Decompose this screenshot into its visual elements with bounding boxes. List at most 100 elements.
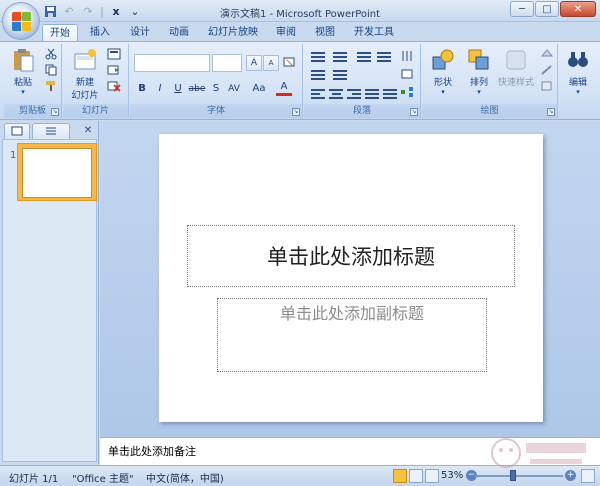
chevron-down-icon: ▾ [21,88,25,96]
office-logo-icon [12,12,32,32]
font-name-combo[interactable] [134,54,210,72]
tab-slideshow[interactable]: 幻灯片放映 [201,24,265,42]
line-spacing-icon[interactable] [310,68,326,82]
subtitle-placeholder[interactable]: 单击此处添加副标题 [217,298,487,372]
slide-counter: 幻灯片 1/1 [9,474,59,485]
shape-effects-icon[interactable] [540,80,554,92]
tab-home[interactable]: 开始 [42,24,78,42]
slide-thumbnail-selected[interactable] [17,143,97,201]
justify-icon[interactable] [364,87,380,101]
ribbon-tabs: 开始 插入 设计 动画 幻灯片放映 审阅 视图 开发工具 [0,22,600,42]
editing-label: 编辑 [568,78,587,88]
group-editing: 编辑 ▾ [559,44,597,118]
tab-view[interactable]: 视图 [307,24,343,42]
reset-icon[interactable] [107,64,121,76]
clipboard-launcher[interactable]: ↘ [51,108,59,116]
quick-styles-icon [506,50,526,70]
decrease-indent-icon[interactable] [356,50,372,64]
shrink-font-button[interactable]: A [263,55,279,71]
font-launcher[interactable]: ↘ [292,108,300,116]
shapes-icon [432,49,454,70]
arrange-label: 排列 [469,78,488,88]
copy-icon[interactable] [44,64,58,76]
close-button[interactable]: ✕ [560,1,596,17]
slides-pane: ✕ 1 [0,121,99,464]
cut-icon[interactable] [44,48,58,60]
numbering-icon[interactable] [332,50,348,64]
maximize-button[interactable]: □ [535,1,559,17]
sorter-view-icon[interactable] [409,469,423,483]
office-button[interactable] [2,2,40,40]
bullets-icon[interactable] [310,50,326,64]
new-slide-icon [74,49,96,70]
title-placeholder[interactable]: 单击此处添加标题 [187,225,515,287]
shape-fill-icon[interactable] [540,48,554,60]
underline-button[interactable]: U [170,81,186,97]
arrange-button[interactable]: 排列 ▾ [462,47,496,96]
thumbnail-number: 1 [10,150,17,161]
shapes-label: 形状 [433,78,452,88]
normal-view-icon[interactable] [393,469,407,483]
new-slide-label-2: 幻灯片 [71,91,99,101]
slide-thumbnail[interactable] [22,148,92,198]
close-icon[interactable]: ✕ [81,124,95,138]
group-label-drawing: 绘图 [422,104,557,118]
align-center-icon[interactable] [328,87,344,101]
zoom-slider[interactable] [475,475,563,477]
font-color-button[interactable]: A [276,79,292,96]
align-left-icon[interactable] [310,87,326,101]
group-label-paragraph: 段落 [304,104,420,118]
new-slide-button[interactable]: 新建 幻灯片 [67,47,103,101]
group-label-font: 字体 [130,104,302,118]
shape-outline-icon[interactable] [540,64,554,76]
quick-styles-button[interactable]: 快速样式 [494,47,538,88]
tab-review[interactable]: 审阅 [268,24,304,42]
group-clipboard: 粘贴 ▾ 剪贴板 ↘ [4,44,62,118]
strikethrough-button[interactable]: abe [186,81,208,97]
distribute-icon[interactable] [382,87,398,101]
text-direction-icon[interactable] [400,50,414,62]
tab-developer[interactable]: 开发工具 [347,24,401,42]
grow-font-button[interactable]: A [246,55,262,71]
slideshow-view-icon[interactable] [425,469,439,483]
align-text-icon[interactable] [400,68,414,80]
zoom-level[interactable]: 53% [441,470,463,481]
title-bar: ↶ ↷ | x ⌄ 演示文稿1 - Microsoft PowerPoint ─… [0,0,600,22]
align-right-icon[interactable] [346,87,362,101]
clear-format-icon[interactable] [283,56,297,68]
format-painter-icon[interactable] [44,80,58,92]
smartart-icon[interactable] [400,86,414,98]
arrange-icon [468,49,489,70]
columns-icon[interactable] [332,68,348,82]
tab-design[interactable]: 设计 [122,24,158,42]
change-case-button[interactable]: Aa [248,81,270,97]
char-spacing-button[interactable]: AV [224,81,244,97]
pane-tabs: ✕ [4,123,95,139]
slide-thumbnails: 1 [2,139,97,462]
shapes-button[interactable]: 形状 ▾ [426,47,460,96]
theme-name: "Office 主题" [72,474,134,485]
tab-animations[interactable]: 动画 [161,24,197,42]
language-indicator[interactable]: 中文(简体，中国) [146,470,224,485]
group-drawing: 形状 ▾ 排列 ▾ 快速样式 绘图 ↘ [422,44,558,118]
paragraph-launcher[interactable]: ↘ [410,108,418,116]
italic-button[interactable]: I [152,81,168,97]
slides-tab[interactable] [4,123,30,139]
shadow-button[interactable]: S [208,81,224,97]
outline-tab-icon [46,127,56,135]
paste-button[interactable]: 粘贴 ▾ [8,47,38,96]
paste-label: 粘贴 [13,78,32,88]
slide: 单击此处添加标题 单击此处添加副标题 [159,134,543,422]
outline-tab[interactable] [32,123,70,139]
tab-insert[interactable]: 插入 [82,24,118,42]
layout-icon[interactable] [107,48,121,60]
drawing-launcher[interactable]: ↘ [547,108,555,116]
increase-indent-icon[interactable] [376,50,392,64]
editing-button[interactable]: 编辑 ▾ [561,47,595,96]
chevron-down-icon: ▾ [477,88,481,96]
minimize-button[interactable]: ─ [510,1,534,17]
delete-slide-icon[interactable] [107,80,121,92]
font-size-combo[interactable] [212,54,242,72]
chevron-down-icon: ▾ [441,88,445,96]
bold-button[interactable]: B [134,81,150,97]
